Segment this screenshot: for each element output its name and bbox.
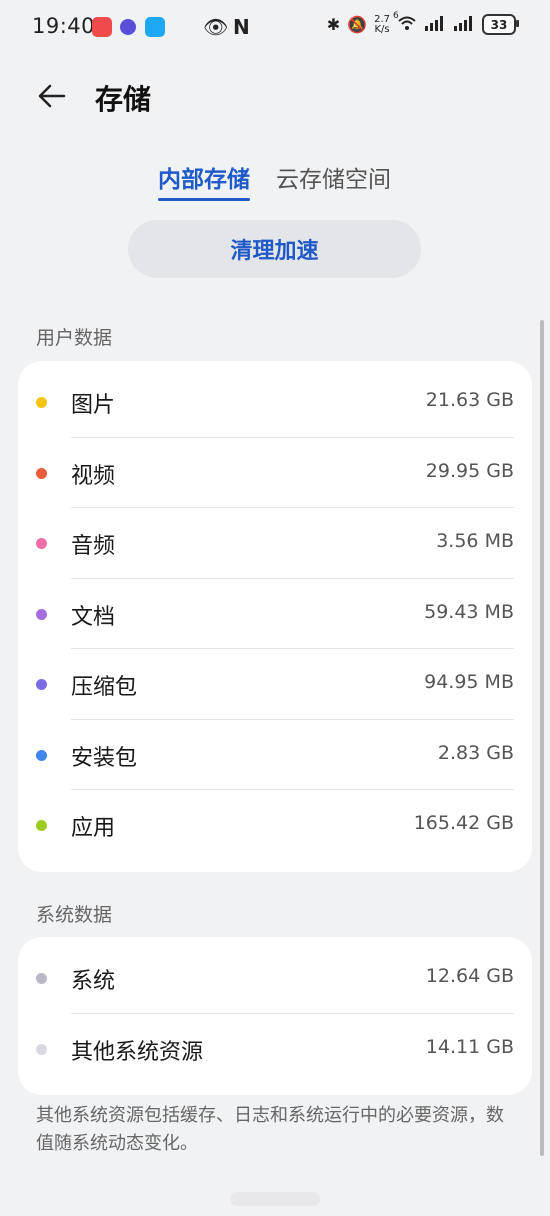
tab-internal-storage[interactable]: 内部存储: [158, 160, 250, 201]
list-item-documents[interactable]: 文档 59.43 MB: [18, 579, 532, 649]
home-indicator[interactable]: [230, 1192, 320, 1206]
item-size: 2.83 GB: [437, 741, 514, 764]
battery-icon: 33: [482, 14, 519, 35]
scrollbar[interactable]: [540, 320, 544, 1156]
list-item-apps[interactable]: 应用 165.42 GB: [18, 790, 532, 861]
list-item-images[interactable]: 图片 21.63 GB: [18, 367, 532, 438]
item-size: 29.95 GB: [425, 459, 514, 482]
active-tab-indicator: [158, 198, 250, 201]
eye-icon: 👁: [203, 15, 229, 39]
item-label: 安装包: [71, 745, 138, 771]
color-dot: [36, 467, 47, 479]
system-data-card: 系统 12.64 GB 其他系统资源 14.11 GB: [18, 937, 532, 1095]
color-dot: [36, 679, 47, 690]
color-dot: [36, 538, 47, 549]
color-dot: [36, 1043, 47, 1055]
item-label: 视频: [71, 463, 116, 489]
status-bar: 19:40 👁 N ✱ 🔕 2.7 K/s 6 33: [0, 0, 550, 56]
item-size: 21.63 GB: [425, 389, 514, 411]
network-speed: 2.7 K/s: [374, 13, 390, 35]
tab-label: 云存储空间: [276, 167, 391, 193]
app-notification-icon: [120, 19, 136, 35]
status-right: ✱ 🔕 2.7 K/s 6 33: [326, 11, 519, 35]
list-item-videos[interactable]: 视频 29.95 GB: [18, 438, 532, 508]
signal-icon: [453, 15, 475, 35]
user-data-card: 图片 21.63 GB 视频 29.95 GB 音频 3.56 MB 文档 59…: [18, 361, 532, 872]
wifi-label: 6: [393, 10, 399, 21]
item-size: 12.64 GB: [425, 965, 514, 987]
item-label: 应用: [71, 816, 116, 841]
status-time: 19:40: [32, 14, 96, 38]
list-item-archives[interactable]: 压缩包 94.95 MB: [18, 649, 532, 720]
color-dot: [36, 973, 47, 984]
nfc-icon: N: [233, 15, 250, 39]
clean-accelerate-button[interactable]: 清理加速: [128, 220, 421, 278]
user-data-heading: 用户数据: [36, 327, 113, 349]
storage-tabs: 内部存储 云存储空间: [0, 160, 550, 206]
item-label: 系统: [71, 969, 116, 994]
color-dot: [36, 397, 47, 408]
app-notification-icon: [92, 17, 112, 37]
page-title: 存储: [95, 83, 152, 116]
system-data-heading: 系统数据: [36, 904, 113, 926]
color-dot: [36, 608, 47, 620]
tab-cloud-storage[interactable]: 云存储空间: [276, 160, 391, 194]
signal-icon: [424, 15, 446, 35]
item-label: 图片: [71, 393, 116, 418]
list-item-installers[interactable]: 安装包 2.83 GB: [18, 720, 532, 790]
back-button[interactable]: [34, 78, 70, 114]
back-arrow-icon: [38, 84, 66, 108]
list-item-other-system-resources[interactable]: 其他系统资源 14.11 GB: [18, 1014, 532, 1085]
wifi-icon: 6: [393, 11, 417, 35]
network-speed-value: 2.7: [374, 13, 390, 25]
item-size: 94.95 MB: [424, 671, 514, 693]
item-label: 其他系统资源: [71, 1039, 204, 1065]
item-size: 59.43 MB: [424, 600, 514, 623]
list-item-system[interactable]: 系统 12.64 GB: [18, 943, 532, 1014]
bluetooth-icon: ✱: [326, 15, 341, 34]
message-notification-icon: [145, 17, 165, 37]
item-size: 14.11 GB: [425, 1035, 514, 1058]
network-speed-unit: K/s: [374, 23, 390, 35]
item-size: 165.42 GB: [413, 812, 514, 834]
color-dot: [36, 820, 47, 831]
item-label: 音频: [71, 534, 116, 559]
color-dot: [36, 749, 47, 761]
list-item-audio[interactable]: 音频 3.56 MB: [18, 508, 532, 579]
mute-icon: 🔕: [347, 15, 368, 34]
system-resources-note: 其他系统资源包括缓存、日志和系统运行中的必要资源，数值随系统动态变化。: [36, 1105, 504, 1154]
item-label: 文档: [71, 604, 116, 630]
tab-label: 内部存储: [158, 167, 250, 193]
app-header: 存储: [0, 68, 550, 124]
item-label: 压缩包: [71, 675, 138, 700]
item-size: 3.56 MB: [436, 530, 514, 552]
